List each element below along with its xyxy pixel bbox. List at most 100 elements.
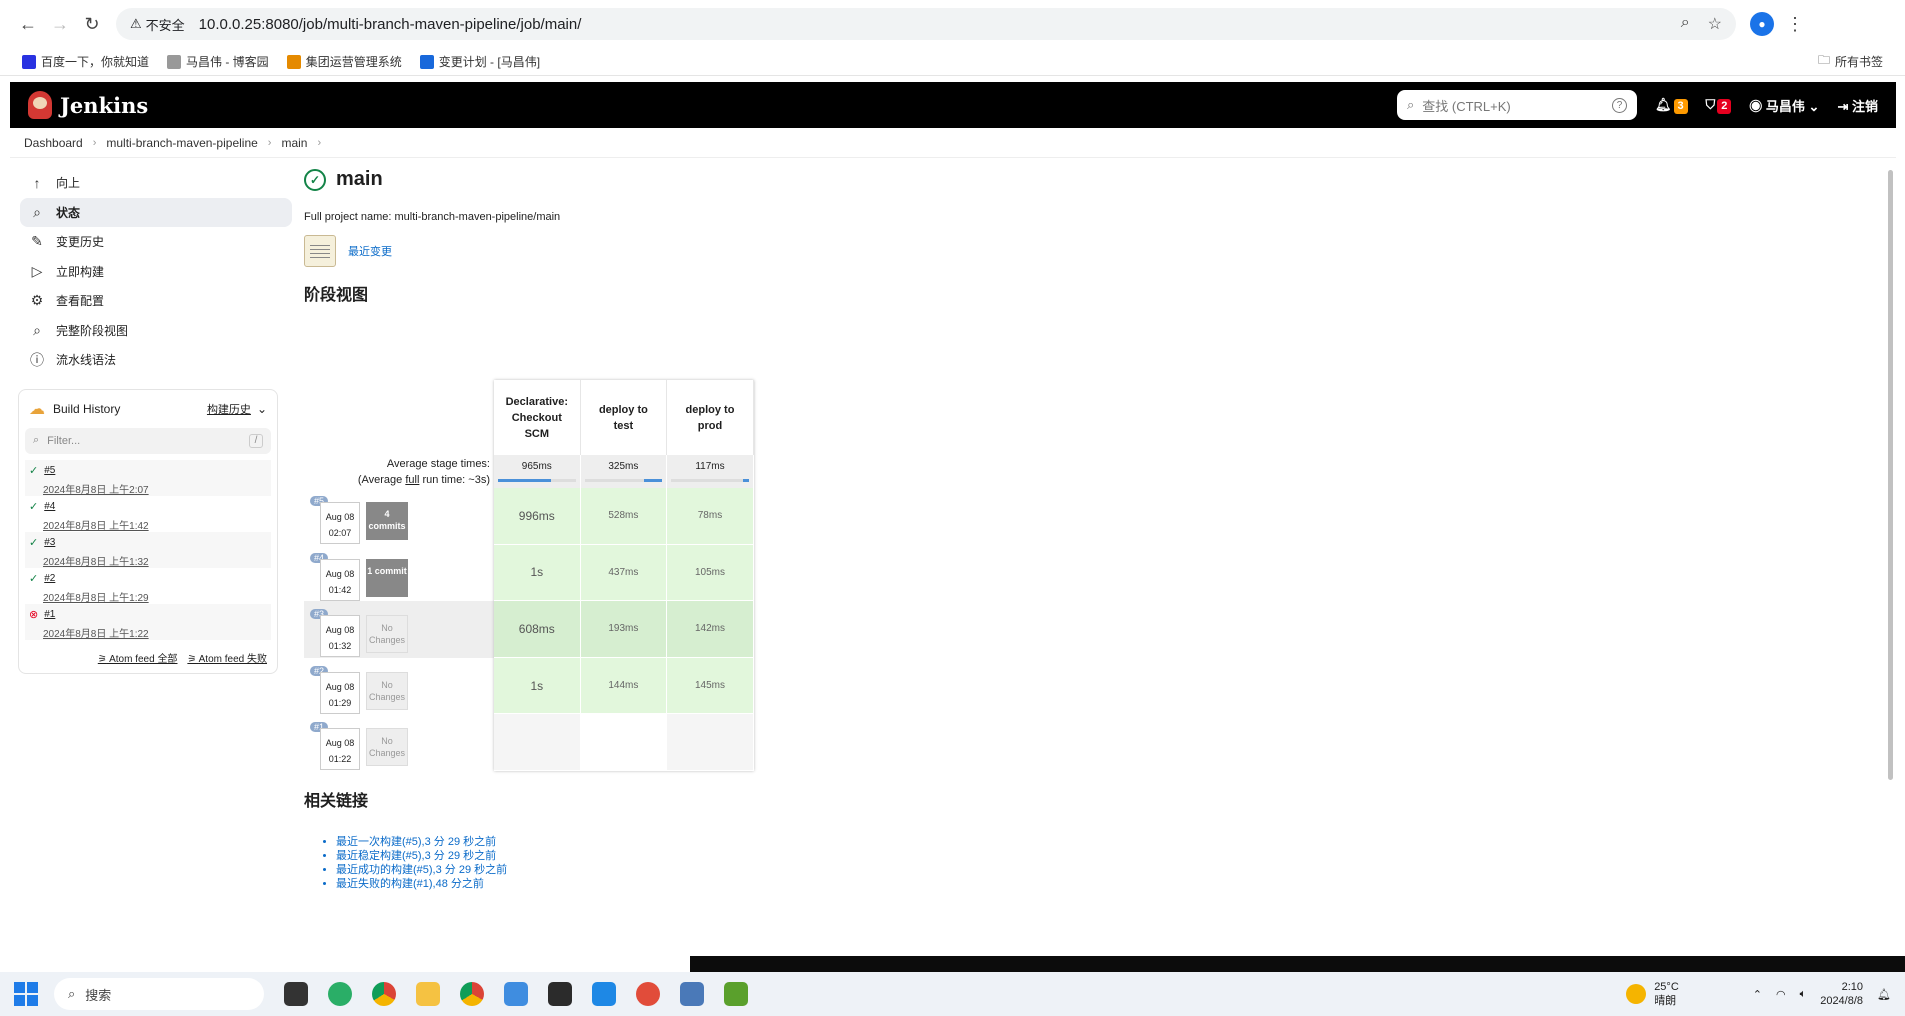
arrow-up-icon: ↑ <box>33 174 41 191</box>
stage-average: 965ms <box>494 455 581 488</box>
task-build-now[interactable]: ▷ 立即构建 <box>20 257 292 287</box>
stage-run-label[interactable]: #4 Aug 08 01:42 1 commit <box>304 545 494 602</box>
taskbar-search[interactable]: ⌕ 搜索 <box>54 978 264 1010</box>
chrome-alt-icon[interactable] <box>460 982 484 1006</box>
windows-start-icon[interactable] <box>14 982 38 1006</box>
build-row-1[interactable]: ⊗ #1 2024年8月8日 上午1:22 <box>25 603 271 640</box>
related-link[interactable]: 最近一次构建(#5),3 分 29 秒之前 <box>336 833 507 848</box>
user-menu[interactable]: ◉ 马昌伟 ⌄ <box>1749 96 1819 115</box>
chevron-up-icon[interactable]: ⌃ <box>1753 988 1762 1001</box>
search-box[interactable]: ⌕ 查找 (CTRL+K) ? <box>1396 90 1637 120</box>
task-changes[interactable]: ✎ 变更历史 <box>20 227 292 257</box>
stage-progress-fill <box>498 479 551 482</box>
build-row-4[interactable]: ✓ #4 2024年8月8日 上午1:42 <box>25 496 271 532</box>
stage-cell[interactable]: 78ms <box>667 488 754 545</box>
explorer-icon[interactable] <box>284 982 308 1006</box>
zoom-icon[interactable]: ⌕ <box>1681 14 1690 34</box>
bookmark-baidu[interactable]: 百度一下，你就知道 <box>22 53 149 70</box>
task-configure[interactable]: ⚙ 查看配置 <box>20 286 292 316</box>
stage-run-label[interactable]: #5 Aug 08 02:07 4 commits <box>304 488 494 545</box>
stage-cell[interactable]: 528ms <box>580 488 668 545</box>
stage-average: 325ms <box>580 455 668 488</box>
forward-icon[interactable]: → <box>44 8 76 40</box>
stage-progress-bar <box>498 479 576 482</box>
app-icon[interactable] <box>504 982 528 1006</box>
build-row-5[interactable]: ✓ #5 2024年8月8日 上午2:07 <box>25 459 271 496</box>
stage-cell[interactable]: 145ms <box>667 657 754 715</box>
stage-cell[interactable]: 1s <box>494 657 581 715</box>
volume-icon[interactable]: 🔈︎ <box>1800 988 1807 1001</box>
bookmark-change-plan[interactable]: 变更计划 - [马昌伟] <box>419 53 540 70</box>
terminal-icon[interactable] <box>548 982 572 1006</box>
star-icon[interactable]: ☆ <box>1708 14 1722 34</box>
insecure-indicator[interactable]: ⚠ 不安全 <box>130 15 185 34</box>
stage-cell[interactable]: 193ms <box>580 601 668 658</box>
search-icon: ⌕ <box>33 203 41 220</box>
stage-cell[interactable]: 142ms <box>667 601 754 658</box>
task-status[interactable]: ⌕ 状态 <box>20 197 292 227</box>
notification-bell-icon[interactable]: 🔔︎ <box>1877 988 1891 1001</box>
bookmark-blog[interactable]: 马昌伟 - 博客园 <box>167 53 269 70</box>
stage-cell[interactable]: 437ms <box>580 544 668 602</box>
task-up[interactable]: ↑ 向上 <box>20 168 292 198</box>
profile-icon[interactable]: ● <box>1750 12 1774 36</box>
weather-widget[interactable]: 25°C 晴朗 <box>1626 980 1679 1008</box>
related-link[interactable]: 最近成功的构建(#5),3 分 29 秒之前 <box>336 861 507 876</box>
stage-run-label[interactable]: #3 Aug 08 01:32 No Changes <box>304 601 494 658</box>
reload-icon[interactable]: ↻ <box>76 8 108 40</box>
jenkins-logo[interactable]: Jenkins <box>28 91 148 119</box>
run-changes[interactable]: No Changes <box>366 728 408 767</box>
chevron-down-icon[interactable]: ⌄ <box>257 402 267 416</box>
menu-icon[interactable]: ⋮ <box>1786 14 1804 35</box>
breadcrumb-dashboard[interactable]: Dashboard <box>24 136 83 150</box>
chrome-icon[interactable] <box>372 982 396 1006</box>
folder-icon[interactable] <box>416 982 440 1006</box>
task-pipeline-syntax[interactable]: ⓘ 流水线语法 <box>20 345 292 375</box>
stage-cell[interactable]: 144ms <box>580 657 668 715</box>
build-row-2[interactable]: ✓ #2 2024年8月8日 上午1:29 <box>25 568 271 604</box>
address-bar[interactable]: ⚠ 不安全 10.0.0.25:8080/job/multi-branch-mav… <box>116 8 1736 40</box>
success-icon: ✓ <box>29 464 39 477</box>
breadcrumb-main[interactable]: main <box>281 136 307 150</box>
logout-button[interactable]: ⇥ 注销 <box>1837 96 1878 115</box>
monitor-icon[interactable] <box>680 982 704 1006</box>
back-icon[interactable]: ← <box>12 8 44 40</box>
stage-run-label[interactable]: #2 Aug 08 01:29 No Changes <box>304 658 494 715</box>
security-button[interactable]: ⛉ 2 <box>1706 97 1732 114</box>
related-link[interactable]: 最近稳定构建(#5),3 分 29 秒之前 <box>336 847 507 862</box>
build-row-3[interactable]: ✓ #3 2024年8月8日 上午1:32 <box>25 531 271 568</box>
stage-cell[interactable]: 1s <box>494 544 581 602</box>
build-list: ✓ #5 2024年8月8日 上午2:07 ✓ #4 2024年8月8日 上午1:42 … <box>25 459 271 640</box>
stage-cell[interactable]: 105ms <box>667 544 754 602</box>
run-changes[interactable]: No Changes <box>366 615 408 654</box>
stage-cell[interactable]: 608ms <box>494 601 581 658</box>
build-filter-input[interactable]: ⌕ Filter... / <box>25 427 271 454</box>
atom-feed-all[interactable]: ⚞ Atom feed 全部 <box>98 650 178 665</box>
taskbar: ⌕ 搜索 25°C 晴朗 ⌃ ◠ 🔈︎ 2:10 2024/8/8 🔔︎ <box>0 972 1905 1016</box>
stage-cell[interactable]: 996ms <box>494 488 581 545</box>
recent-changes: 最近变更 <box>304 235 1864 267</box>
page-scrollbar[interactable] <box>1888 170 1893 780</box>
vm-icon[interactable] <box>592 982 616 1006</box>
build-trend-link[interactable]: 构建历史 <box>207 401 251 417</box>
run-changes[interactable]: 4 commits <box>366 502 408 540</box>
clock[interactable]: 2:10 2024/8/8 <box>1820 980 1863 1008</box>
related-link[interactable]: 最近失败的构建(#1),48 分之前 <box>336 875 507 890</box>
bookmark-ops[interactable]: 集团运营管理系统 <box>286 53 402 70</box>
run-changes[interactable]: 1 commit <box>366 558 408 597</box>
task-full-stage-view[interactable]: ⌕ 完整阶段视图 <box>20 316 292 346</box>
recent-changes-link[interactable]: 最近变更 <box>348 243 392 259</box>
stage-header: deploy to prod <box>667 380 754 455</box>
breadcrumb-pipeline[interactable]: multi-branch-maven-pipeline <box>106 136 257 150</box>
run-changes[interactable]: No Changes <box>366 671 408 710</box>
atom-feed-failures[interactable]: ⚞ Atom feed 失败 <box>187 650 267 665</box>
app-red-icon[interactable] <box>636 982 660 1006</box>
wifi-icon[interactable]: ◠ <box>1776 988 1786 1001</box>
stage-run-label[interactable]: #1 Aug 08 01:22 No Changes <box>304 714 494 771</box>
help-icon[interactable]: ? <box>1611 97 1627 113</box>
notifications-button[interactable]: 🔔︎ 3 <box>1655 97 1688 114</box>
all-bookmarks[interactable]: 🗀 所有书签 <box>1818 51 1883 72</box>
editor-icon[interactable] <box>724 982 748 1006</box>
main-panel: ✓ main Full project name: multi-branch-m… <box>304 168 1864 890</box>
wechat-icon[interactable] <box>328 982 352 1006</box>
